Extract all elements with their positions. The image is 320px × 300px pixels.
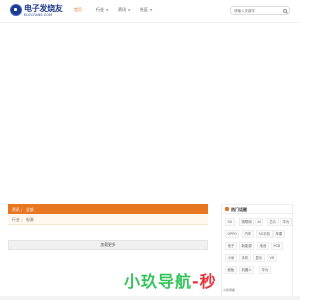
- hot-tag[interactable]: VR: [267, 254, 277, 262]
- site-logo[interactable]: 电子发烧友 ELECFANS.COM: [10, 3, 63, 19]
- nav-item-community[interactable]: 社区 ▼: [140, 7, 152, 13]
- sub-tabs: 行业 | 电源: [8, 214, 208, 225]
- footer-strip: [0, 296, 300, 300]
- watermark-text-green: 小玖导航: [124, 272, 193, 291]
- nav-item-news[interactable]: 资讯 ▼: [118, 7, 130, 13]
- search-box[interactable]: [230, 6, 290, 15]
- chevron-down-icon: ▼: [128, 8, 131, 12]
- nav-label: 社区: [140, 7, 148, 12]
- sub-tab-power[interactable]: 电源: [26, 217, 34, 223]
- hot-tag[interactable]: 芯片: [267, 218, 279, 226]
- sub-tab-separator: |: [21, 217, 23, 222]
- hot-tag[interactable]: 华为: [280, 218, 292, 226]
- hot-tag[interactable]: 5G手机: [256, 230, 273, 238]
- hot-tags-title: 热门话题: [231, 207, 247, 212]
- search-icon[interactable]: [283, 8, 287, 13]
- hot-tag[interactable]: 新能源: [239, 242, 255, 250]
- chevron-down-icon: ▼: [106, 8, 109, 12]
- hot-tag[interactable]: 5G: [225, 218, 235, 226]
- nav-item-home[interactable]: 首页: [74, 7, 82, 13]
- hot-tag[interactable]: PCB: [271, 242, 283, 250]
- load-more-button[interactable]: 加载更多: [8, 240, 208, 250]
- hot-tag[interactable]: 电子: [225, 242, 237, 250]
- category-current[interactable]: 全部: [26, 207, 34, 213]
- hot-tag[interactable]: 小米: [225, 254, 237, 262]
- hot-tag[interactable]: 显示: [253, 254, 265, 262]
- hot-tag[interactable]: AI: [255, 218, 264, 226]
- logo-mark-icon: [10, 4, 22, 16]
- chevron-down-icon: ▼: [150, 8, 153, 12]
- search-input[interactable]: [234, 8, 279, 14]
- header-divider: [0, 22, 300, 23]
- hot-tag[interactable]: 物联网: [239, 218, 255, 226]
- nav-label: 行业: [96, 7, 104, 12]
- hot-tag[interactable]: OPPO: [225, 230, 240, 238]
- logo-subtitle: ELECFANS.COM: [24, 13, 53, 17]
- hot-tag[interactable]: 机器人: [239, 266, 255, 274]
- hot-tag[interactable]: 汽车: [242, 230, 254, 238]
- sub-tab-industry[interactable]: 行业: [12, 217, 20, 223]
- watermark-banner: 小玖导航-秒: [124, 268, 217, 292]
- hot-tags-panel: 热门话题 5G 物联网 AI 芯片 华为 OPPO 汽车 5G手机 苹果 电子 …: [221, 204, 294, 300]
- category-bar: 资讯 | 全部: [8, 204, 208, 214]
- category-separator: |: [21, 206, 23, 212]
- nav-label: 首页: [74, 7, 82, 12]
- category-section[interactable]: 资讯: [12, 207, 20, 213]
- site-header: 电子发烧友 ELECFANS.COM 首页 行业 ▼ 资讯 ▼ 社区 ▼: [0, 0, 300, 22]
- hot-tag[interactable]: 手机: [239, 254, 251, 262]
- hot-tag[interactable]: 苹果: [273, 230, 285, 238]
- watermark-text-red: -秒: [192, 272, 217, 291]
- watermark-badge: 小玖导航: [223, 288, 236, 292]
- hot-tag[interactable]: 电池: [257, 242, 269, 250]
- hot-tag[interactable]: 面板: [225, 266, 237, 274]
- fire-icon: [225, 207, 229, 211]
- hot-tags-header: 热门话题: [222, 205, 294, 214]
- nav-item-industry[interactable]: 行业 ▼: [96, 7, 108, 13]
- hot-tag[interactable]: 华为: [259, 266, 271, 274]
- nav-label: 资讯: [118, 7, 126, 12]
